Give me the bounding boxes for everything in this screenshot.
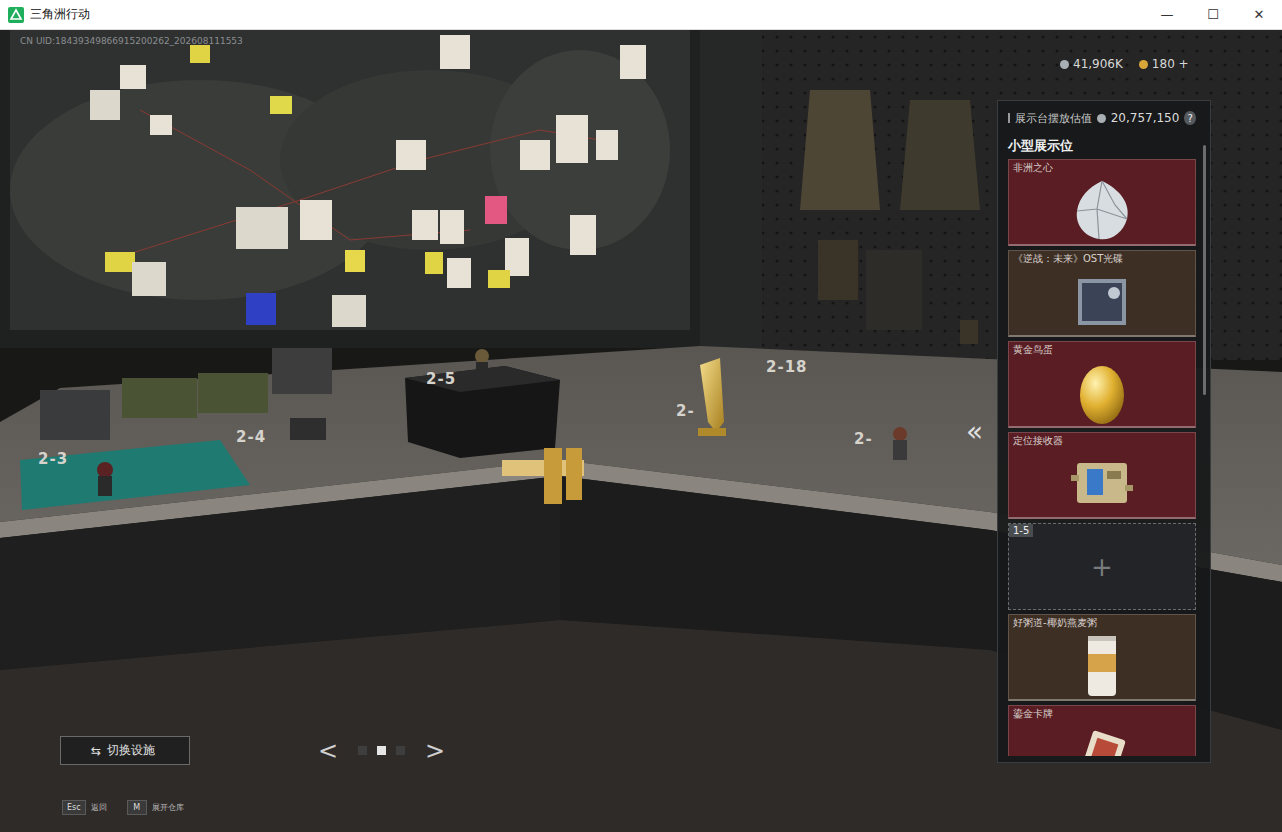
coin-icon: [1097, 114, 1106, 123]
receiver-icon: [1067, 451, 1137, 515]
key-hint[interactable]: M展开仓库: [127, 800, 184, 815]
desk-slot-label: 2-: [852, 430, 875, 448]
display-slot[interactable]: 《逆战：未来》OST光碟: [1008, 250, 1196, 337]
display-slot[interactable]: 鎏金卡牌: [1008, 705, 1196, 756]
display-slot[interactable]: 非洲之心: [1008, 159, 1196, 246]
help-button[interactable]: ?: [1184, 111, 1196, 125]
currency: 180 +: [1139, 57, 1189, 71]
desk-slot-label: 2-5: [424, 370, 458, 388]
estimated-value: 20,757,150: [1111, 111, 1180, 125]
window-control-button[interactable]: —: [1144, 0, 1190, 29]
display-slot[interactable]: 好粥道-椰奶燕麦粥: [1008, 614, 1196, 701]
header-marker: [1008, 113, 1010, 123]
golden-egg-icon: [1074, 357, 1130, 427]
scrollbar[interactable]: [1203, 145, 1206, 395]
display-slot[interactable]: 定位接收器: [1008, 432, 1196, 519]
desk-slot-label: 2-3: [36, 450, 70, 468]
porridge-can-icon: [1082, 630, 1122, 700]
page-dot[interactable]: [396, 746, 405, 755]
window-control-button[interactable]: ✕: [1236, 0, 1282, 29]
currency: 41,906K: [1060, 57, 1123, 71]
switch-icon: ⇆: [91, 744, 101, 758]
page-dot[interactable]: [377, 746, 386, 755]
key-hints: Esc返回 M展开仓库: [62, 800, 184, 815]
title-bar: 三角洲行动 —☐✕: [0, 0, 1282, 30]
map-board: [0, 30, 700, 348]
desk-slot-label: 2-: [674, 402, 697, 420]
page-switcher: <>: [308, 739, 455, 763]
coin-icon: [1060, 60, 1069, 69]
player-uid: CN UID:18439349866915200262_202608111553: [20, 36, 243, 46]
page-dot[interactable]: [358, 746, 367, 755]
key-hint[interactable]: Esc返回: [62, 800, 107, 815]
cd-case-icon: [1070, 269, 1134, 333]
empty-display-slot[interactable]: 1-5+: [1008, 523, 1196, 610]
display-slot[interactable]: 黄金鸟蛋: [1008, 341, 1196, 428]
coin-icon: [1139, 60, 1148, 69]
currency-bar: 41,906K 180 +: [1060, 57, 1189, 71]
collapse-panel-button[interactable]: «: [964, 416, 985, 448]
desk-slot-label: 2-18: [764, 358, 810, 376]
panel-title: 展示台摆放估值: [1015, 111, 1092, 126]
game-window: 三角洲行动 —☐✕ 2-3 2-4 2-5 2-18 2- 2- CN UID:18439349…: [0, 0, 1282, 832]
previous-page-button[interactable]: <: [308, 739, 348, 763]
switch-facility-button[interactable]: ⇆切换设施: [60, 736, 190, 765]
game-view: 2-3 2-4 2-5 2-18 2- 2- CN UID:1843934986691520…: [0, 30, 1282, 832]
bottom-controls: ⇆切换设施<>: [60, 736, 455, 765]
desk-slot-label: 2-4: [234, 428, 268, 446]
delta-logo-icon: [8, 7, 24, 23]
section-title: 小型展示位: [1008, 137, 1196, 155]
display-panel: 展示台摆放估值 20,757,150? 小型展示位非洲之心《逆战：未来》OST光碟黄…: [997, 100, 1211, 763]
next-page-button[interactable]: >: [415, 739, 455, 763]
gilded-card-icon: [1072, 726, 1132, 756]
slot-list: 非洲之心《逆战：未来》OST光碟黄金鸟蛋定位接收器1-5+好粥道-椰奶燕麦粥鎏金…: [1008, 159, 1196, 756]
diamond-icon: [1067, 175, 1137, 245]
panel-header: 展示台摆放估值 20,757,150?: [1008, 107, 1196, 129]
window-title: 三角洲行动: [30, 6, 90, 23]
window-control-button[interactable]: ☐: [1190, 0, 1236, 29]
